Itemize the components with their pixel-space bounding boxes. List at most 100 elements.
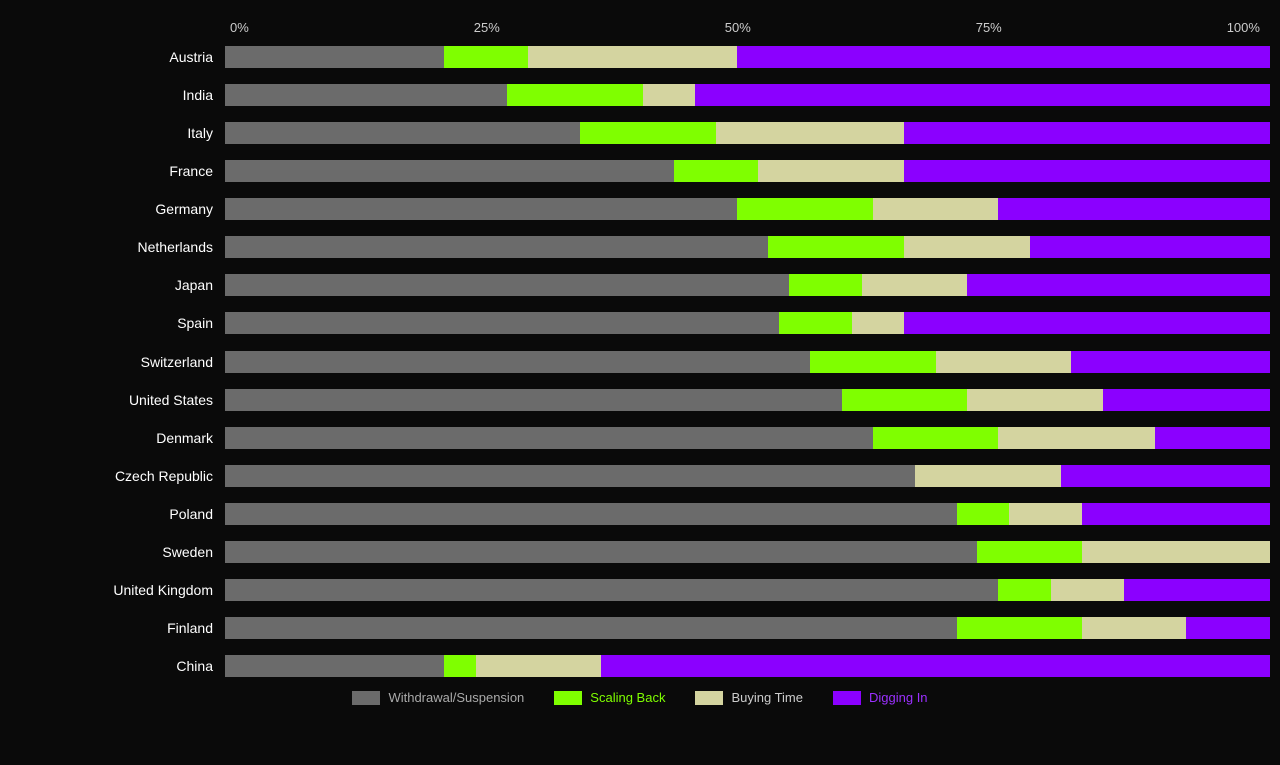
legend-label: Scaling Back [590, 690, 665, 705]
digging-seg [1030, 236, 1270, 258]
scaling-seg [789, 274, 862, 296]
scaling-seg [998, 579, 1050, 601]
bar-track [225, 198, 1270, 220]
bar-track [225, 274, 1270, 296]
bar-track [225, 541, 1270, 563]
bar-row: Switzerland [10, 348, 1270, 376]
legend-swatch [833, 691, 861, 705]
digging-seg [695, 84, 1270, 106]
scaling-seg [842, 389, 967, 411]
legend-item: Digging In [833, 690, 928, 705]
country-label: Poland [10, 506, 225, 522]
bar-track [225, 312, 1270, 334]
bar-row: Germany [10, 195, 1270, 223]
legend-swatch [352, 691, 380, 705]
withdrawal-seg [225, 312, 779, 334]
buying-seg [904, 236, 1029, 258]
legend-item: Scaling Back [554, 690, 665, 705]
buying-seg [476, 655, 601, 677]
scaling-seg [779, 312, 852, 334]
digging-seg [904, 160, 1270, 182]
withdrawal-seg [225, 274, 789, 296]
bar-row: Sweden [10, 538, 1270, 566]
buying-seg [1082, 617, 1187, 639]
bar-track [225, 655, 1270, 677]
digging-seg [967, 274, 1270, 296]
legend-item: Buying Time [695, 690, 803, 705]
withdrawal-seg [225, 617, 957, 639]
digging-seg [737, 46, 1270, 68]
chart-container: 0%25%50%75%100% AustriaIndiaItalyFranceG… [0, 0, 1280, 765]
bar-row: Finland [10, 614, 1270, 642]
buying-seg [862, 274, 967, 296]
bar-row: Denmark [10, 424, 1270, 452]
bar-row: China [10, 652, 1270, 680]
buying-seg [936, 351, 1072, 373]
legend-swatch [695, 691, 723, 705]
bar-track [225, 617, 1270, 639]
digging-seg [998, 198, 1270, 220]
country-label: Finland [10, 620, 225, 636]
bar-row: Spain [10, 309, 1270, 337]
scaling-seg [768, 236, 904, 258]
bar-track [225, 389, 1270, 411]
bar-row: India [10, 81, 1270, 109]
x-label: 0% [230, 20, 249, 35]
withdrawal-seg [225, 655, 444, 677]
bar-row: France [10, 157, 1270, 185]
withdrawal-seg [225, 236, 768, 258]
scaling-seg [873, 427, 998, 449]
bar-track [225, 122, 1270, 144]
country-label: Germany [10, 201, 225, 217]
withdrawal-seg [225, 160, 674, 182]
country-label: China [10, 658, 225, 674]
bar-track [225, 427, 1270, 449]
country-label: Sweden [10, 544, 225, 560]
buying-seg [967, 389, 1103, 411]
x-label: 75% [976, 20, 1002, 35]
bar-row: Austria [10, 43, 1270, 71]
buying-seg [716, 122, 904, 144]
scaling-seg [957, 617, 1082, 639]
bar-row: United States [10, 386, 1270, 414]
bar-track [225, 84, 1270, 106]
bar-row: Italy [10, 119, 1270, 147]
x-label: 50% [725, 20, 751, 35]
bar-track [225, 46, 1270, 68]
digging-seg [1103, 389, 1270, 411]
withdrawal-seg [225, 427, 873, 449]
digging-seg [1082, 503, 1270, 525]
country-label: Italy [10, 125, 225, 141]
digging-seg [1071, 351, 1270, 373]
bar-track [225, 236, 1270, 258]
digging-seg [904, 312, 1270, 334]
withdrawal-seg [225, 122, 580, 144]
digging-seg [601, 655, 1270, 677]
buying-seg [528, 46, 737, 68]
withdrawal-seg [225, 541, 977, 563]
scaling-seg [444, 655, 475, 677]
bar-row: United Kingdom [10, 576, 1270, 604]
country-label: Japan [10, 277, 225, 293]
legend: Withdrawal/Suspension Scaling Back Buying … [10, 680, 1270, 705]
withdrawal-seg [225, 579, 998, 601]
country-label: Denmark [10, 430, 225, 446]
scaling-seg [444, 46, 528, 68]
x-axis: 0%25%50%75%100% [10, 20, 1270, 35]
digging-seg [1186, 617, 1270, 639]
legend-item: Withdrawal/Suspension [352, 690, 524, 705]
buying-seg [643, 84, 695, 106]
scaling-seg [737, 198, 873, 220]
withdrawal-seg [225, 503, 957, 525]
x-label: 100% [1227, 20, 1260, 35]
country-label: Spain [10, 315, 225, 331]
country-label: United Kingdom [10, 582, 225, 598]
buying-seg [852, 312, 904, 334]
legend-swatch [554, 691, 582, 705]
buying-seg [915, 465, 1061, 487]
buying-seg [758, 160, 904, 182]
scaling-seg [674, 160, 758, 182]
bar-track [225, 503, 1270, 525]
chart-body: AustriaIndiaItalyFranceGermanyNetherland… [10, 43, 1270, 680]
withdrawal-seg [225, 351, 810, 373]
